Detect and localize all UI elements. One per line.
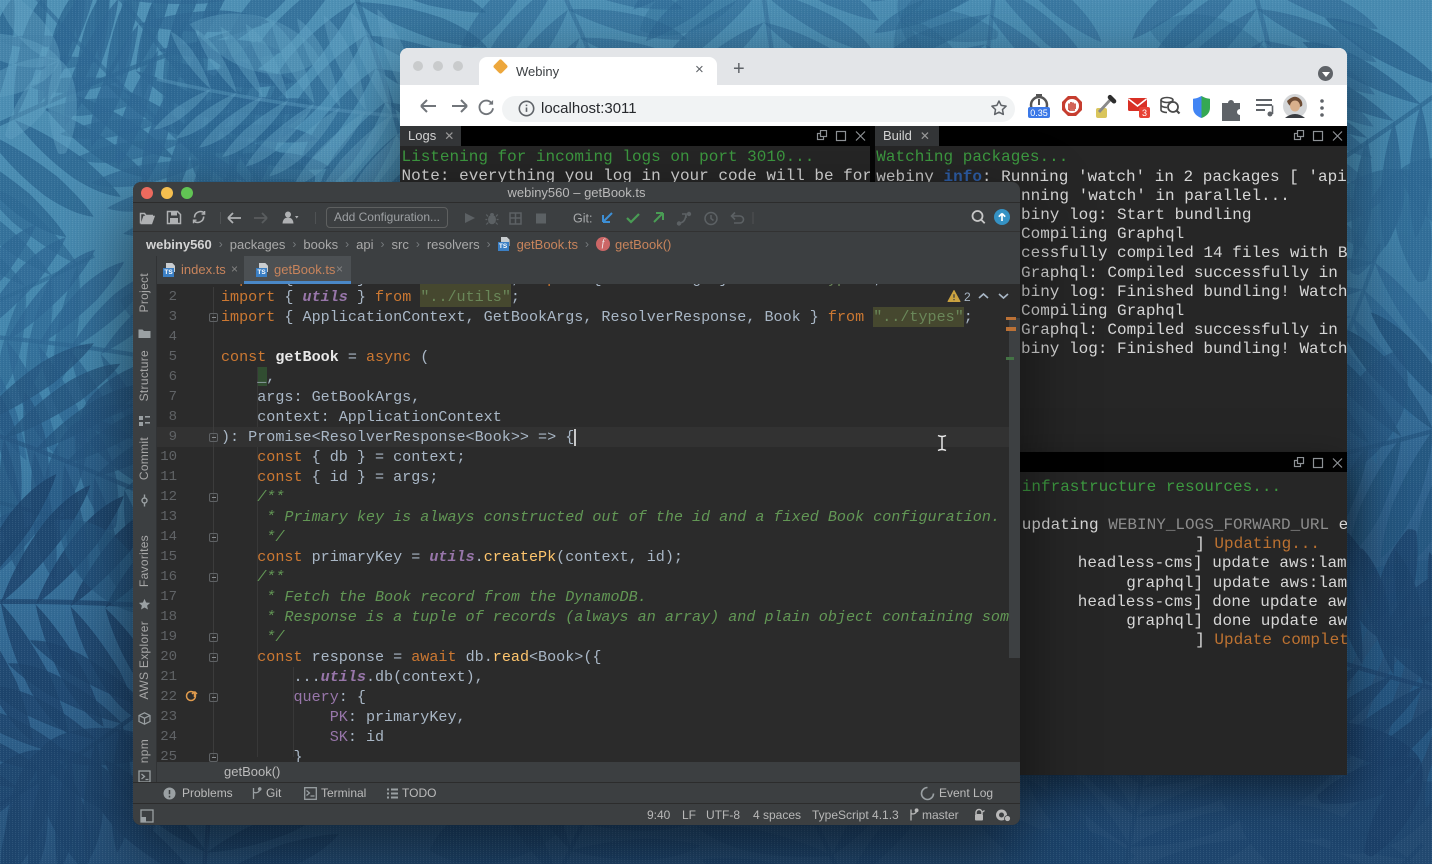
- svg-text:3: 3: [1142, 108, 1147, 118]
- svg-text:Git:: Git:: [573, 212, 592, 226]
- svg-text:2: 2: [964, 290, 971, 304]
- svg-text:0.35: 0.35: [1030, 108, 1048, 118]
